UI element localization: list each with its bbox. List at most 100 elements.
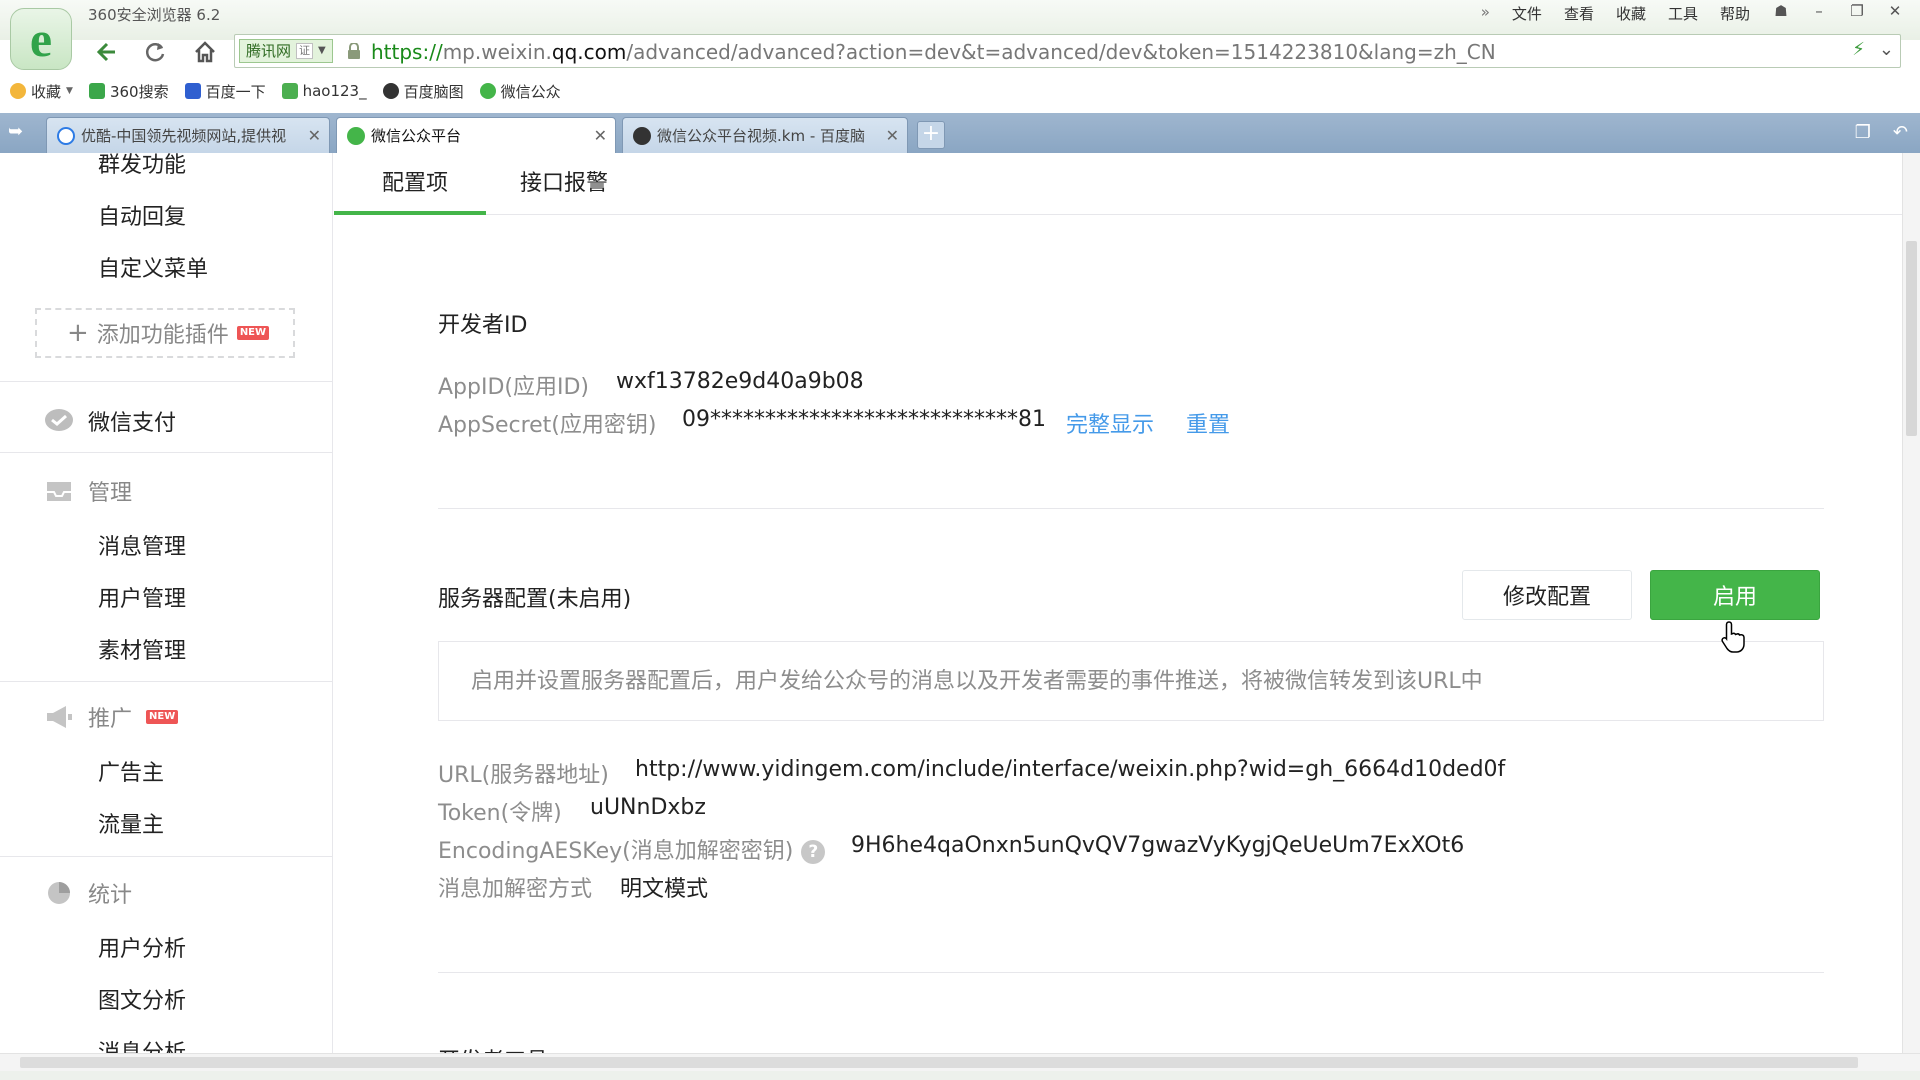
tab-bar-tools: ❐ ↶ <box>1855 122 1908 143</box>
chevron-down-icon: ▼ <box>66 86 73 96</box>
sidebar-item-mass-send[interactable]: 群发功能 <box>98 153 186 179</box>
sidebar-item-wechat-pay[interactable]: 微信支付 <box>44 405 176 437</box>
section-divider <box>438 508 1824 509</box>
site-name: 腾讯网 <box>246 42 292 60</box>
horizontal-scrollbar[interactable] <box>0 1053 1920 1071</box>
360-search-icon <box>88 83 105 99</box>
bookmark-hao123[interactable]: hao123_ <box>281 82 367 100</box>
bookmark-weixin[interactable]: 微信公众 <box>479 81 561 102</box>
undo-close-icon[interactable]: ↶ <box>1893 122 1908 143</box>
sidebar-item-materials[interactable]: 素材管理 <box>98 633 186 665</box>
speed-mode-icon[interactable]: ⚡ <box>1852 39 1865 60</box>
menu-help[interactable]: 帮助 <box>1720 3 1750 24</box>
inbox-icon <box>47 482 71 501</box>
config-tabs: 配置项 接口报警 <box>334 153 1902 215</box>
aeskey-label-text: EncodingAESKey(消息加解密密钥) <box>438 839 794 864</box>
tab-weixin-mp[interactable]: 微信公众平台 ✕ <box>336 117 616 153</box>
sidebar-item-custom-menu[interactable]: 自定义菜单 <box>98 251 208 283</box>
sidebar-item-publisher[interactable]: 流量主 <box>98 807 164 839</box>
url-host: qq.com <box>551 40 627 64</box>
address-bar[interactable]: 腾讯网 证 ▼ https://mp.weixin.qq.com/advance… <box>234 34 1901 68</box>
bookmark-label: 360搜索 <box>109 82 169 101</box>
star-icon <box>10 83 26 99</box>
baidu-icon <box>184 83 201 99</box>
vertical-scroll-thumb[interactable] <box>1906 241 1917 436</box>
horizontal-scroll-thumb[interactable] <box>20 1057 1858 1068</box>
bookmark-baidu-naotu[interactable]: 百度脑图 <box>382 81 464 102</box>
sidebar-item-auto-reply[interactable]: 自动回复 <box>98 199 186 231</box>
token-value: uUNnDxbz <box>590 795 706 820</box>
sidebar-group-label: 统计 <box>88 883 133 908</box>
address-dropdown-icon[interactable]: ⌄ <box>1879 39 1894 60</box>
menu-view[interactable]: 查看 <box>1564 3 1594 24</box>
modify-config-button[interactable]: 修改配置 <box>1462 570 1632 620</box>
show-full-secret-link[interactable]: 完整显示 <box>1066 407 1154 439</box>
developer-id-title: 开发者ID <box>438 313 528 338</box>
pie-chart-icon <box>48 882 70 904</box>
bookmark-label: hao123_ <box>302 82 367 100</box>
developer-tools-title: 开发者工具 <box>438 1043 548 1053</box>
bookmark-label: 百度脑图 <box>403 82 464 101</box>
sidebar-item-message-analysis[interactable]: 消息分析 <box>98 1035 186 1053</box>
aeskey-value: 9H6he4qaOnxn5unQvQV7gwazVyKygjQeUeUm7ExX… <box>851 833 1465 858</box>
naotu-icon <box>382 83 399 99</box>
sidebar-item-messages[interactable]: 消息管理 <box>98 529 186 561</box>
url-label: URL(服务器地址) <box>438 763 609 788</box>
back-button[interactable] <box>90 36 122 68</box>
hao123-icon <box>281 83 298 99</box>
tab-api-alerts[interactable]: 接口报警 <box>520 165 608 197</box>
url-path: /advanced/advanced?action=dev&t=advanced… <box>626 40 1496 64</box>
window-controls: ☗ – ❐ ✕ <box>1762 0 1914 24</box>
appsecret-value: 09****************************81 <box>682 407 1046 432</box>
sidebar-group-promotion: 推广 NEW <box>44 701 179 733</box>
home-icon <box>195 41 215 63</box>
sidebar-item-article-analysis[interactable]: 图文分析 <box>98 983 186 1015</box>
sidebar-divider <box>0 452 332 453</box>
tab-config-items[interactable]: 配置项 <box>382 165 448 197</box>
add-plugin-button[interactable]: + 添加功能插件 NEW <box>35 308 295 358</box>
skin-icon[interactable]: ☗ <box>1762 0 1800 24</box>
sidebar-divider <box>0 856 332 857</box>
sidebar-item-user-analysis[interactable]: 用户分析 <box>98 931 186 963</box>
server-config-title: 服务器配置(未启用) <box>438 587 632 612</box>
lock-icon <box>348 43 360 59</box>
tab-close-icon[interactable]: ✕ <box>886 126 899 145</box>
token-label: Token(令牌) <box>438 801 562 826</box>
bookmark-360-search[interactable]: 360搜索 <box>88 81 169 102</box>
bookmark-label: 百度一下 <box>205 82 266 101</box>
sidebar-item-advertiser[interactable]: 广告主 <box>98 755 164 787</box>
appid-value: wxf13782e9d40a9b08 <box>616 369 864 394</box>
help-icon[interactable]: ? <box>801 840 826 864</box>
bookmark-baidu[interactable]: 百度一下 <box>184 81 266 102</box>
home-button[interactable] <box>189 36 221 68</box>
vertical-scrollbar[interactable] <box>1902 153 1920 1053</box>
tab-close-icon[interactable]: ✕ <box>308 126 321 145</box>
site-identity-badge[interactable]: 腾讯网 证 ▼ <box>239 39 333 63</box>
browser-logo[interactable]: e <box>10 8 72 70</box>
menu-favorites[interactable]: 收藏 <box>1616 3 1646 24</box>
tab-naotu[interactable]: 微信公众平台视频.km - 百度脑 ✕ <box>622 117 908 153</box>
new-tab-button[interactable]: + <box>917 121 945 149</box>
refresh-button[interactable] <box>139 36 171 68</box>
menu-file[interactable]: 文件 <box>1512 3 1542 24</box>
encryption-mode-label: 消息加解密方式 <box>438 877 593 902</box>
menu-overflow-icon[interactable]: » <box>1481 3 1490 24</box>
bookmarks-bar: 收藏 ▼ 360搜索 百度一下 hao123_ 百度脑图 微信公众 <box>0 76 1920 106</box>
menu-tools[interactable]: 工具 <box>1668 3 1698 24</box>
tab-title: 微信公众平台 <box>371 127 462 145</box>
enable-button[interactable]: 启用 <box>1650 570 1820 620</box>
sidebar-toggle-icon[interactable]: ➥ <box>8 121 23 142</box>
tab-list-icon[interactable]: ❐ <box>1855 122 1871 143</box>
restore-button[interactable]: ❐ <box>1838 0 1876 24</box>
sidebar-divider <box>0 681 332 682</box>
wechat-icon <box>347 126 365 145</box>
bookmark-favorites[interactable]: 收藏 ▼ <box>10 81 73 102</box>
close-window-button[interactable]: ✕ <box>1876 0 1914 24</box>
address-bar-actions: ⚡ ⌄ <box>1852 39 1894 60</box>
sidebar-item-users[interactable]: 用户管理 <box>98 581 186 613</box>
tab-youku[interactable]: 优酷-中国领先视频网站,提供视 ✕ <box>46 117 330 153</box>
url-text[interactable]: https://mp.weixin.qq.com/advanced/advanc… <box>371 39 1496 65</box>
reset-secret-link[interactable]: 重置 <box>1186 407 1230 439</box>
tab-close-icon[interactable]: ✕ <box>594 126 607 145</box>
minimize-button[interactable]: – <box>1800 0 1838 24</box>
